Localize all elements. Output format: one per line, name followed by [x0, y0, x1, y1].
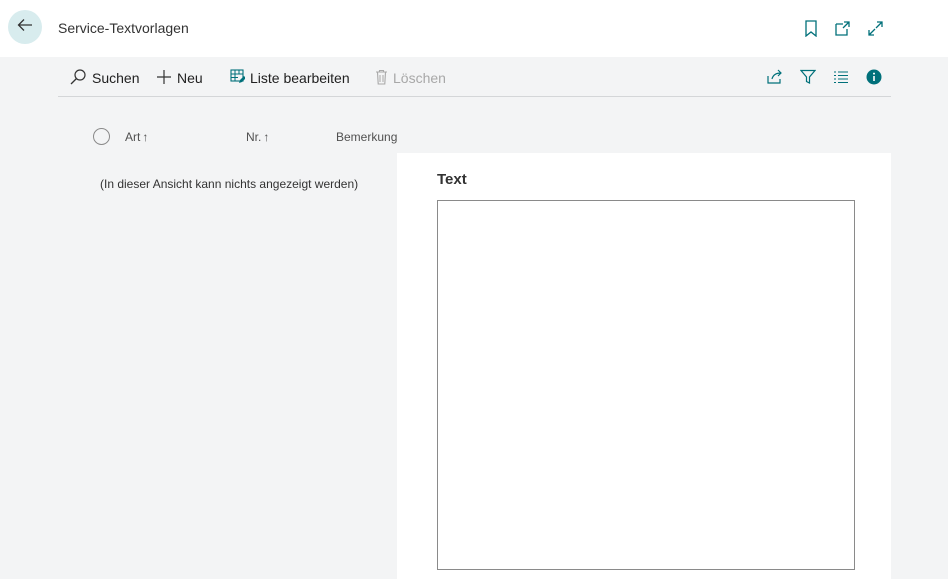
edit-list-label: Liste bearbeiten [250, 70, 350, 86]
open-new-window-icon[interactable] [833, 19, 851, 37]
back-arrow-icon [16, 16, 34, 39]
edit-list-button[interactable]: Liste bearbeiten [230, 68, 350, 88]
share-icon[interactable] [765, 67, 785, 87]
column-label: Nr. [246, 130, 262, 144]
delete-label: Löschen [393, 70, 446, 86]
back-button[interactable] [8, 10, 42, 44]
column-label: Bemerkung [336, 130, 398, 144]
column-label: Art [125, 130, 141, 144]
info-icon[interactable] [864, 67, 884, 87]
column-header-bemerkung[interactable]: Bemerkung [336, 130, 397, 144]
plus-icon [156, 69, 172, 88]
page-title: Service-Textvorlagen [58, 20, 189, 36]
search-button[interactable]: Suchen [69, 68, 139, 88]
factbox-pane: Text [397, 153, 891, 579]
list-view-icon[interactable] [831, 67, 851, 87]
text-field[interactable] [437, 200, 855, 570]
app-header: Service-Textvorlagen [0, 0, 948, 57]
action-bar: Suchen Neu Liste bearbeiten Löschen [58, 58, 891, 97]
column-header-nr[interactable]: Nr. ↑ [246, 130, 269, 144]
edit-list-icon [230, 69, 246, 87]
bookmark-icon[interactable] [802, 19, 820, 37]
empty-list-message: (In dieser Ansicht kann nichts angezeigt… [100, 177, 359, 191]
delete-button[interactable]: Löschen [375, 68, 446, 88]
search-label: Suchen [92, 70, 140, 86]
sort-ascending-icon: ↑ [263, 130, 270, 144]
factbox-title: Text [437, 171, 467, 188]
sort-ascending-icon: ↑ [142, 130, 149, 144]
new-button[interactable]: Neu [156, 68, 203, 88]
trash-icon [375, 69, 388, 88]
column-header-art[interactable]: Art ↑ [125, 130, 148, 144]
select-all-checkbox[interactable] [93, 128, 110, 145]
new-label: Neu [177, 70, 203, 86]
filter-icon[interactable] [798, 67, 818, 87]
expand-icon[interactable] [866, 19, 884, 37]
search-icon [69, 68, 87, 89]
